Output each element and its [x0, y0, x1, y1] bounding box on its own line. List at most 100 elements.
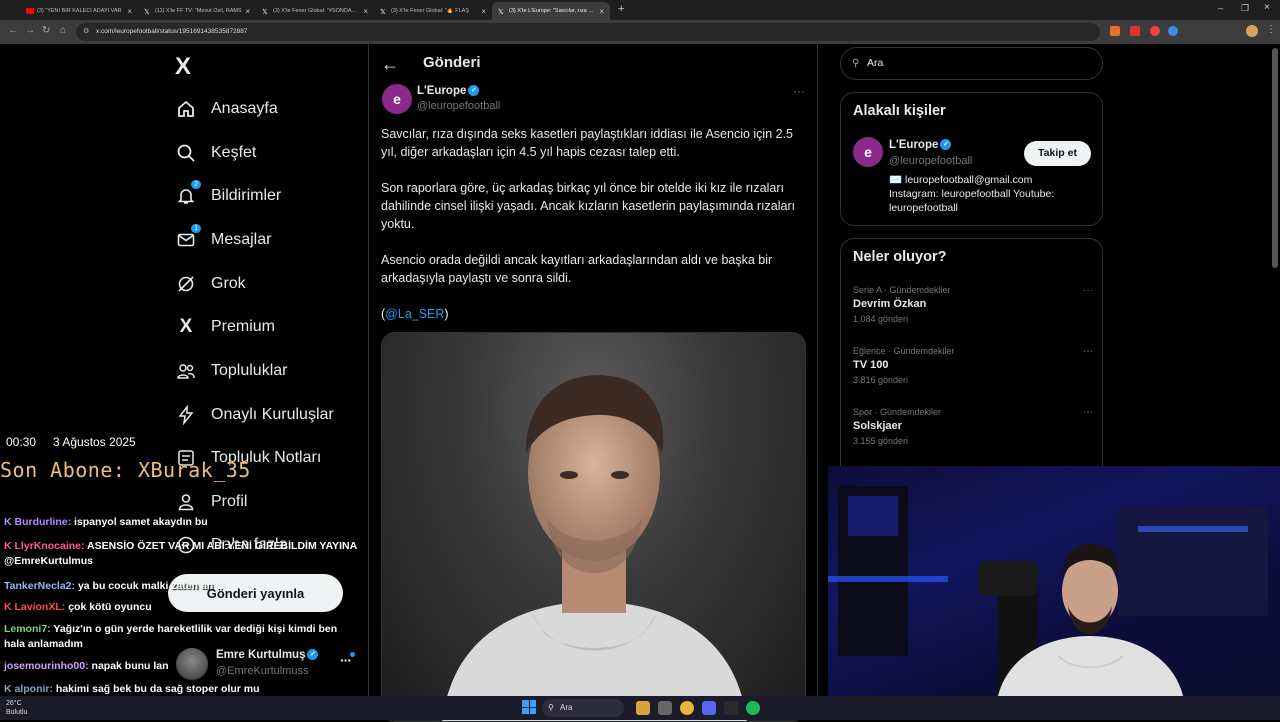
browser-tab[interactable]: (3) "YENİ BİR KALECİ ADAYI VAR × [20, 2, 138, 20]
app-icon[interactable] [636, 701, 650, 715]
nav-item-home[interactable]: Anasayfa [175, 94, 278, 124]
overlay-clock: 00:30 [6, 435, 37, 449]
extension-icon[interactable] [1130, 26, 1140, 36]
new-tab-icon[interactable]: + [618, 3, 624, 15]
kick-icon: K [4, 683, 15, 695]
nav-item-messages[interactable]: 1 Mesajlar [175, 224, 271, 255]
tweet-paragraph: Savcılar, rıza dışında seks kasetleri pa… [381, 127, 793, 159]
x-premium-icon: X [179, 316, 193, 337]
nav-item-explore[interactable]: Keşfet [175, 138, 256, 168]
taskbar-search[interactable]: ⚲ Ara [542, 699, 624, 717]
discord-icon[interactable] [702, 701, 716, 715]
chat-message: K LlyrKnocaine: ASENSİO ÖZET VAR MI ABİ … [4, 540, 357, 567]
search-icon: ⚲ [548, 703, 554, 712]
nav-item-premium[interactable]: X Premium [175, 312, 275, 342]
search-icon: ⚲ [852, 58, 860, 69]
spotify-icon[interactable] [746, 701, 760, 715]
reload-icon[interactable]: ↻ [42, 25, 50, 36]
person-handle[interactable]: @leuropefootball [889, 155, 972, 167]
close-tab-icon[interactable]: × [245, 7, 250, 16]
browser-tab[interactable]: 𝕏 (11) X'te FF TV: "Mesut Özil, RAMS × [138, 2, 256, 20]
nav-item-verified-orgs[interactable]: Onaylı Kuruluşlar [175, 400, 334, 430]
x-logo-icon[interactable]: X [175, 53, 191, 81]
url-bar[interactable]: ⚙ x.com/leuropefootball/status/195169143… [76, 23, 1100, 41]
nav-label: Profil [211, 493, 248, 510]
nav-item-notifications[interactable]: 2 Bildirimler [175, 180, 282, 211]
chat-message: Lemoni7: Yağız'ın o gün yerde hareketlil… [4, 623, 338, 650]
person-name-row[interactable]: L'Europe ✓ [889, 139, 952, 151]
weather-widget[interactable]: 26°C Bulutlu [6, 699, 27, 717]
person-icon [175, 491, 197, 513]
trend-item[interactable]: Serie A · Gündemdekiler Devrim Özkan 1.0… [853, 285, 1093, 324]
x-favicon-icon: 𝕏 [144, 9, 150, 16]
message-badge: 1 [191, 224, 201, 233]
home-icon [175, 98, 197, 120]
minimize-icon[interactable]: – [1218, 3, 1223, 13]
search-icon [175, 142, 197, 164]
kick-icon: K [4, 540, 15, 552]
back-arrow-icon[interactable]: ← [381, 54, 399, 75]
nav-label: Bildirimler [211, 187, 282, 204]
more-options-icon[interactable]: ··· [1083, 407, 1093, 418]
close-window-icon[interactable]: × [1264, 2, 1270, 13]
nav-item-communities[interactable]: Topluluklar [175, 356, 287, 386]
close-tab-icon[interactable]: × [481, 7, 486, 16]
x-favicon-icon: 𝕏 [498, 9, 504, 16]
avatar[interactable]: e [853, 137, 883, 167]
search-input[interactable]: ⚲ Ara [840, 47, 1103, 80]
close-tab-icon[interactable]: × [127, 7, 132, 16]
overlay-date: 3 Ağustos 2025 [53, 435, 136, 449]
extension-icon[interactable] [1110, 26, 1120, 36]
unread-dot [350, 652, 355, 657]
nav-item-grok[interactable]: Grok [175, 269, 246, 299]
more-options-icon[interactable]: ··· [1083, 285, 1093, 296]
streamer-cam [828, 466, 1280, 696]
close-tab-icon[interactable]: × [363, 7, 368, 16]
people-icon [175, 360, 197, 382]
lightning-icon [175, 404, 197, 426]
more-options-icon[interactable]: ··· [1083, 346, 1093, 357]
file-explorer-icon[interactable] [658, 701, 672, 715]
site-info-icon[interactable]: ⚙ [83, 23, 89, 41]
chat-message: K Burdurline: ispanyol samet akaydın bu [4, 516, 208, 528]
maximize-icon[interactable]: ❐ [1241, 3, 1249, 14]
author-avatar[interactable]: e [382, 84, 412, 114]
trend-item[interactable]: Eğlence · Gündemdekiler TV 100 3.816 gön… [853, 346, 1093, 385]
close-tab-icon[interactable]: × [599, 7, 604, 16]
kick-icon: K [4, 601, 15, 613]
mention-link[interactable]: @La_SER [385, 307, 444, 321]
forward-icon[interactable]: → [25, 25, 35, 36]
nav-item-profile[interactable]: Profil [175, 487, 247, 517]
nav-label: Topluluklar [211, 362, 288, 379]
bell-icon: 2 [175, 180, 201, 207]
profile-avatar[interactable] [1246, 25, 1258, 37]
chrome-icon[interactable] [680, 701, 694, 715]
tweet-paragraph: Asencio orada değildi ancak kayıtları ar… [381, 253, 773, 285]
trend-item[interactable]: Spor · Gündemdekiler Solskjaer 3.155 gön… [853, 407, 1093, 446]
extension-icon[interactable] [1150, 26, 1160, 36]
browser-tab[interactable]: 𝕏 (3) X'te Fener Global: "#SONDAKİKA × [256, 2, 374, 20]
player-photo [442, 375, 747, 721]
follow-button[interactable]: Takip et [1024, 141, 1091, 166]
page-scrollbar[interactable] [1272, 48, 1278, 268]
extension-icon[interactable] [1168, 26, 1178, 36]
windows-start-icon[interactable] [522, 700, 536, 714]
card-title: Neler oluyor? [853, 249, 947, 265]
obs-icon[interactable] [724, 701, 738, 715]
home-icon[interactable]: ⌂ [60, 25, 66, 36]
tweet-media-image[interactable] [381, 332, 806, 722]
back-icon[interactable]: ← [8, 25, 18, 36]
more-options-icon[interactable]: ··· [793, 84, 805, 98]
author-name-row[interactable]: L'Europe ✓ [417, 85, 480, 97]
browser-tab-active[interactable]: 𝕏(3) X'te L'Europe: "Savcılar, rıza dışı… [492, 2, 610, 20]
person-bio: ✉️ leuropefootball@gmail.com Instagram: … [889, 174, 1055, 214]
nav-label: Anasayfa [211, 100, 278, 117]
browser-menu-icon[interactable]: ⋮ [1266, 24, 1276, 35]
url-text: x.com/leuropefootball/status/19516914385… [96, 28, 248, 35]
nav-label: Premium [211, 318, 276, 335]
author-handle[interactable]: @leuropefootball [417, 100, 500, 112]
main-column: ← Gönderi e L'Europe ✓ @leuropefootball ·… [368, 44, 818, 722]
browser-tab[interactable]: 𝕏 (3) X'te Fener Global: "🔥 FLAŞ × [374, 2, 492, 20]
person-name: L'Europe [889, 139, 939, 151]
card-title: Alakalı kişiler [853, 103, 946, 119]
